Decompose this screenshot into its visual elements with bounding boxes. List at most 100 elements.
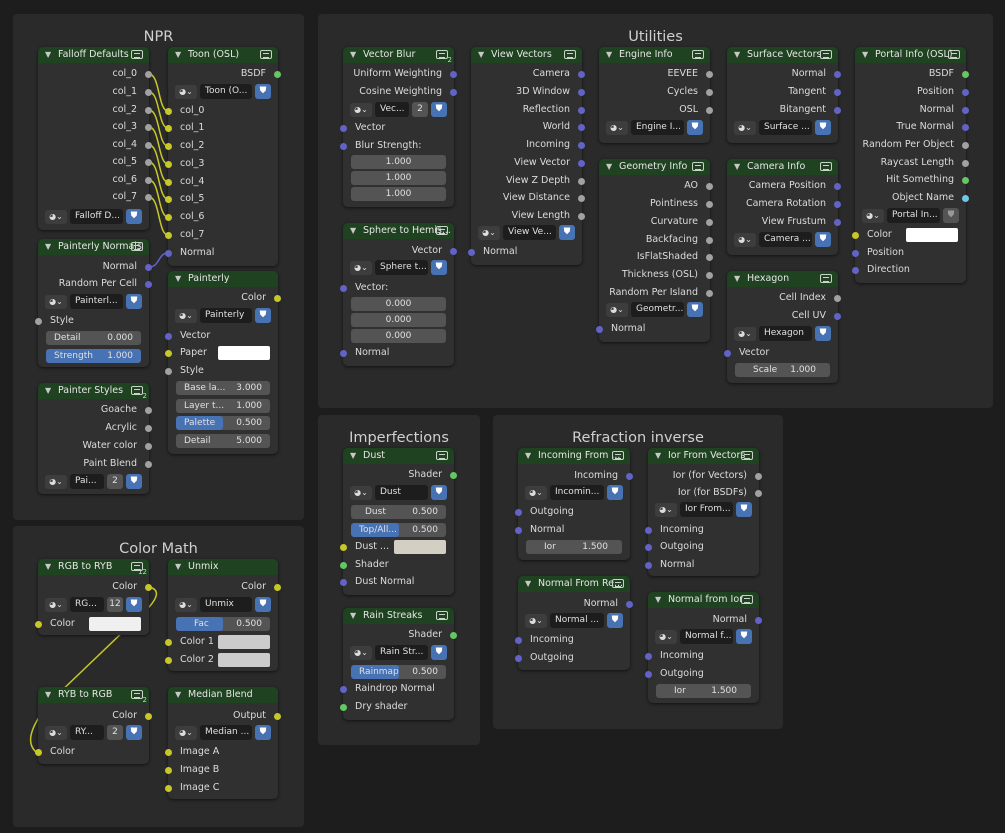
fake-user-shield-icon[interactable]: ⛊: [431, 485, 447, 500]
output-socket-row[interactable]: Camera Position: [727, 179, 841, 193]
socket-dot[interactable]: [852, 267, 859, 274]
node-view-vectors[interactable]: ▼ View Vectors Camera 3D Window Reflectio…: [468, 47, 585, 265]
collapse-chevron-icon[interactable]: ▼: [175, 271, 181, 287]
node-header[interactable]: ▼ Painter Styles 2: [38, 383, 149, 399]
input-socket-row[interactable]: Outgoing: [515, 651, 630, 665]
node-geometry-info[interactable]: ▼ Geometry Info AO Pointiness Curvature B…: [596, 159, 713, 342]
socket-dot[interactable]: [834, 183, 841, 190]
input-socket-row[interactable]: Incoming: [645, 523, 759, 537]
output-socket-row[interactable]: Paint Blend: [38, 457, 152, 471]
node-group-selector[interactable]: ◕⌄ View Ve... ⛊: [478, 225, 575, 240]
output-socket-row[interactable]: Goache: [38, 403, 152, 417]
socket-dot[interactable]: [706, 254, 713, 261]
ior-field[interactable]: Ior 1.500: [656, 684, 751, 698]
socket-dot[interactable]: [515, 527, 522, 534]
node-vector-blur[interactable]: ▼ Vector Blur 2 Uniform Weighting Cosine W…: [340, 47, 457, 207]
group-name-field[interactable]: Incomin...: [550, 485, 604, 500]
input-socket-row[interactable]: Color: [35, 617, 149, 631]
socket-dot[interactable]: [340, 704, 347, 711]
input-socket-row[interactable]: Blur Strength:: [340, 139, 454, 153]
output-socket-row[interactable]: col_1: [38, 85, 152, 99]
node-rgb-to-ryb[interactable]: ▼ RGB to RYB 12 Color ◕⌄ RG... 12 ⛊ Color: [35, 559, 152, 635]
socket-dot[interactable]: [578, 124, 585, 131]
group-name-field[interactable]: Falloff D...: [70, 209, 123, 224]
collapse-chevron-icon[interactable]: ▼: [478, 47, 484, 63]
collapse-chevron-icon[interactable]: ▼: [175, 47, 181, 63]
node-header[interactable]: ▼ Hexagon: [727, 271, 838, 287]
socket-dot[interactable]: [834, 89, 841, 96]
input-socket-row[interactable]: Normal: [165, 246, 278, 260]
fake-user-shield-icon[interactable]: ⛊: [687, 120, 703, 135]
output-socket-row[interactable]: col_4: [38, 138, 152, 152]
node-header[interactable]: ▼ Toon (OSL): [168, 47, 278, 63]
node-tree-icon[interactable]: ◕⌄: [525, 613, 547, 628]
socket-dot[interactable]: [626, 601, 633, 608]
fake-user-shield-icon[interactable]: ⛊: [815, 120, 831, 135]
node-header[interactable]: ▼ Geometry Info: [599, 159, 710, 175]
collapse-chevron-icon[interactable]: ▼: [862, 47, 868, 63]
socket-dot[interactable]: [450, 632, 457, 639]
output-socket-row[interactable]: View Vector: [471, 156, 585, 170]
node-tree-icon[interactable]: ◕⌄: [45, 725, 67, 740]
output-socket-row[interactable]: Incoming: [471, 138, 585, 152]
output-socket-row[interactable]: Raycast Length: [855, 156, 969, 170]
socket-dot[interactable]: [515, 637, 522, 644]
socket-dot[interactable]: [450, 71, 457, 78]
input-socket-row[interactable]: Vector: [165, 329, 278, 343]
socket-dot[interactable]: [596, 326, 603, 333]
node-tree-icon[interactable]: ◕⌄: [478, 225, 500, 240]
node-header[interactable]: ▼ View Vectors: [471, 47, 582, 63]
node-tree-icon[interactable]: ◕⌄: [175, 597, 197, 612]
socket-dot[interactable]: [626, 473, 633, 480]
node-header[interactable]: ▼ Camera Info: [727, 159, 838, 175]
socket-dot[interactable]: [645, 653, 652, 660]
socket-dot[interactable]: [145, 159, 152, 166]
collapse-chevron-icon[interactable]: ▼: [350, 47, 356, 63]
output-socket-row[interactable]: Incoming: [518, 469, 633, 483]
output-socket-row[interactable]: IsFlatShaded: [599, 250, 713, 264]
socket-dot[interactable]: [165, 749, 172, 756]
node-normal-from-refraction[interactable]: ▼ Normal From Re... Normal ◕⌄ Normal ... ⛊ …: [515, 576, 633, 670]
node-rain-streaks[interactable]: ▼ Rain Streaks Shader ◕⌄ Rain Str... ⛊ Rain…: [340, 608, 457, 720]
fake-user-shield-icon[interactable]: ⛊: [431, 645, 447, 660]
node-group-selector[interactable]: ◕⌄ Normal ... ⛊: [525, 613, 623, 628]
socket-dot[interactable]: [706, 272, 713, 279]
socket-dot[interactable]: [450, 472, 457, 479]
fac-field[interactable]: Fac 0.500: [176, 617, 270, 631]
output-socket-row[interactable]: World: [471, 120, 585, 134]
output-socket-row[interactable]: Tangent: [727, 85, 841, 99]
group-name-field[interactable]: Camera ...: [759, 232, 812, 247]
socket-dot[interactable]: [962, 160, 969, 167]
group-name-field[interactable]: Geometr...: [631, 302, 684, 317]
input-socket-row[interactable]: Normal: [645, 558, 759, 572]
group-name-field[interactable]: Ior From...: [680, 502, 733, 517]
script-icon[interactable]: ◕⌄: [862, 208, 884, 223]
output-socket-row[interactable]: Camera Rotation: [727, 197, 841, 211]
detail-field[interactable]: Detail 5.000: [176, 434, 270, 448]
input-socket-row[interactable]: Raindrop Normal: [340, 682, 454, 696]
user-count-field[interactable]: 2: [412, 102, 428, 117]
socket-dot[interactable]: [145, 425, 152, 432]
socket-dot[interactable]: [165, 767, 172, 774]
node-falloff-defaults[interactable]: ▼ Falloff Defaults col_0 col_1 col_2 col_…: [38, 47, 152, 230]
socket-dot[interactable]: [165, 368, 172, 375]
scale-field[interactable]: Scale 1.000: [735, 363, 830, 377]
collapse-chevron-icon[interactable]: ▼: [350, 223, 356, 239]
output-socket-row[interactable]: BSDF: [855, 67, 969, 81]
output-socket-row[interactable]: BSDF: [168, 67, 281, 81]
input-socket-row[interactable]: col_7: [165, 228, 278, 242]
socket-dot[interactable]: [962, 124, 969, 131]
blur-x-field[interactable]: 1.000: [351, 155, 446, 169]
output-socket-row[interactable]: Normal: [855, 103, 969, 117]
node-group-selector[interactable]: ◕⌄ Rain Str... ⛊: [350, 645, 447, 660]
node-tree-icon[interactable]: ◕⌄: [525, 485, 547, 500]
output-socket-row[interactable]: 3D Window: [471, 85, 585, 99]
socket-dot[interactable]: [340, 285, 347, 292]
input-socket-row[interactable]: Normal: [340, 346, 454, 360]
fake-user-shield-icon[interactable]: ⛊: [607, 613, 623, 628]
socket-dot[interactable]: [645, 544, 652, 551]
node-group-selector[interactable]: ◕⌄ Incomin... ⛊: [525, 485, 623, 500]
socket-dot[interactable]: [515, 655, 522, 662]
group-name-field[interactable]: Median ...: [200, 725, 252, 740]
group-name-field[interactable]: Hexagon: [759, 326, 812, 341]
